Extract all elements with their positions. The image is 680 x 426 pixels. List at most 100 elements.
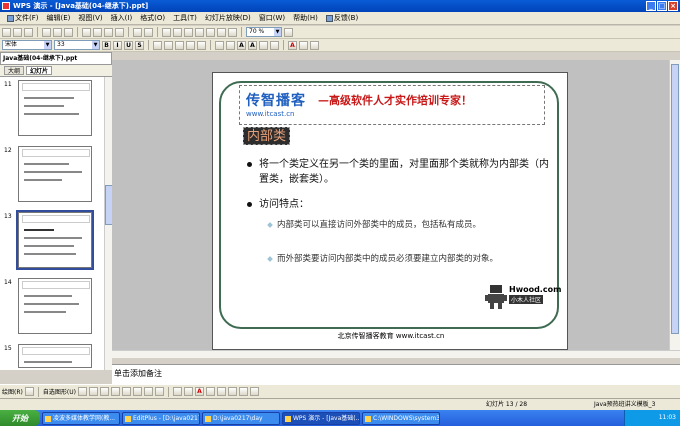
picture-icon[interactable] <box>206 27 215 37</box>
textbox-icon[interactable] <box>195 27 204 37</box>
copy-icon[interactable] <box>93 27 102 37</box>
textbox-draw-icon[interactable] <box>121 387 131 396</box>
slide-thumbnail[interactable] <box>18 146 92 202</box>
italic-icon[interactable]: I <box>113 40 122 50</box>
dash-style-icon[interactable] <box>216 387 226 396</box>
chart-icon[interactable] <box>184 27 193 37</box>
menu-edit[interactable]: 编辑(E) <box>43 13 75 23</box>
line-icon[interactable] <box>77 387 87 396</box>
increase-font-icon[interactable]: A <box>237 40 246 50</box>
line-color-icon[interactable] <box>183 387 193 396</box>
layout-icon[interactable] <box>310 40 319 50</box>
menu-slideshow[interactable]: 幻灯片放映(D) <box>201 13 255 23</box>
slide-thumbnail[interactable] <box>18 278 92 334</box>
font-select[interactable]: 宋体 ▼ <box>2 40 52 50</box>
tab-slides[interactable]: 幻灯片 <box>26 66 53 75</box>
taskbar-item-editplus[interactable]: EditPlus - [D:\java0217\... <box>122 411 200 425</box>
image-icon[interactable] <box>154 387 164 396</box>
clipart-icon[interactable] <box>143 387 153 396</box>
paste-icon[interactable] <box>104 27 113 37</box>
logo-banner[interactable]: 传智播客 www.itcast.cn —高级软件人才实作培训专家！ <box>239 85 545 125</box>
thumbnail-scrollbar[interactable] <box>104 77 113 370</box>
taskbar-item-explorer[interactable]: D:\java0217\day <box>202 411 280 425</box>
autoshape-menu[interactable]: 自选图形(U) <box>43 387 76 396</box>
help-icon[interactable] <box>284 27 293 37</box>
menu-view[interactable]: 视图(V) <box>74 13 106 23</box>
align-left-icon[interactable] <box>153 40 162 50</box>
open-icon[interactable] <box>13 27 22 37</box>
slide-heading[interactable]: 内部类 <box>243 127 291 145</box>
3d-style-icon[interactable] <box>249 387 259 396</box>
menu-file[interactable]: 文件(F) <box>3 13 43 23</box>
zoom-select[interactable]: 70 % ▼ <box>246 27 282 37</box>
justify-icon[interactable] <box>186 40 195 50</box>
taskbar-item-cmd[interactable]: C:\WINDOWS\system32... <box>362 411 440 425</box>
oval-icon[interactable] <box>110 387 120 396</box>
print-icon[interactable] <box>42 27 51 37</box>
indent-icon[interactable] <box>270 40 279 50</box>
format-painter-icon[interactable] <box>115 27 124 37</box>
taskbar-item-lingbo[interactable]: 凌波多媒体教学网(教... <box>42 411 120 425</box>
grid-icon[interactable] <box>228 27 237 37</box>
shadow-icon[interactable]: S <box>135 40 144 50</box>
fill-color-icon[interactable] <box>172 387 182 396</box>
horizontal-scrollbar[interactable] <box>112 350 680 358</box>
workspace-scrollbar[interactable] <box>669 60 680 350</box>
start-button[interactable]: 开始 <box>0 410 40 426</box>
bullet-access[interactable]: 访问特点： <box>247 197 549 212</box>
decrease-font-icon[interactable]: A <box>248 40 257 50</box>
spellcheck-icon[interactable] <box>64 27 73 37</box>
bold-icon[interactable]: B <box>102 40 111 50</box>
close-button[interactable]: × <box>668 1 678 11</box>
system-clock: 11:03 <box>624 410 680 426</box>
document-tab[interactable]: Java基础(04-继承下).ppt <box>0 52 112 65</box>
outdent-icon[interactable] <box>259 40 268 50</box>
arrow-style-icon[interactable] <box>227 387 237 396</box>
font-color-icon[interactable]: A <box>288 40 297 50</box>
distribute-icon[interactable] <box>197 40 206 50</box>
bullet-definition[interactable]: 将一个类定义在另一个类的里面，对里面那个类就称为内部类（内置类，嵌套类）。 <box>247 157 549 187</box>
document-icon <box>7 14 14 22</box>
menu-format[interactable]: 格式(O) <box>136 13 169 23</box>
new-slide-icon[interactable] <box>217 27 226 37</box>
sub-bullet-2[interactable]: 而外部类要访问内部类中的成员必须要建立内部类的对象。 <box>267 253 547 266</box>
menu-tools[interactable]: 工具(T) <box>169 13 201 23</box>
slide-thumbnail[interactable] <box>18 80 92 136</box>
cut-icon[interactable] <box>82 27 91 37</box>
taskbar-item-wps[interactable]: WPS 演示 - [Java基础(... <box>282 411 360 425</box>
menu-help[interactable]: 帮助(H) <box>289 13 322 23</box>
redo-icon[interactable] <box>144 27 153 37</box>
arrow-icon[interactable] <box>88 387 98 396</box>
table-icon[interactable] <box>173 27 182 37</box>
menu-feedback[interactable]: 反馈(B) <box>322 13 362 23</box>
align-right-icon[interactable] <box>175 40 184 50</box>
shadow-style-icon[interactable] <box>238 387 248 396</box>
notes-pane[interactable]: 单击添加备注 <box>112 364 680 384</box>
save-icon[interactable] <box>24 27 33 37</box>
new-icon[interactable] <box>2 27 11 37</box>
sub-bullet-1[interactable]: 内部类可以直接访问外部类中的成员，包括私有成员。 <box>267 219 547 232</box>
slide-thumbnail-selected[interactable] <box>16 210 94 270</box>
slide-canvas[interactable]: 传智播客 www.itcast.cn —高级软件人才实作培训专家！ 内部类 将一… <box>212 72 568 350</box>
slide-thumbnail[interactable] <box>18 344 92 368</box>
undo-icon[interactable] <box>133 27 142 37</box>
numbering-icon[interactable] <box>215 40 224 50</box>
rectangle-icon[interactable] <box>99 387 109 396</box>
font-color-draw-icon[interactable]: A <box>194 387 204 396</box>
maximize-button[interactable]: □ <box>657 1 667 11</box>
menu-insert[interactable]: 插入(I) <box>107 13 137 23</box>
font-size-select[interactable]: 33 ▼ <box>54 40 100 50</box>
hyperlink-icon[interactable] <box>162 27 171 37</box>
design-icon[interactable] <box>299 40 308 50</box>
underline-icon[interactable]: U <box>124 40 133 50</box>
line-style-icon[interactable] <box>205 387 215 396</box>
select-pointer-icon[interactable] <box>24 387 34 396</box>
wordart-icon[interactable] <box>132 387 142 396</box>
minimize-button[interactable]: _ <box>646 1 656 11</box>
preview-icon[interactable] <box>53 27 62 37</box>
bullets-icon[interactable] <box>226 40 235 50</box>
menu-window[interactable]: 窗口(W) <box>255 13 289 23</box>
draw-menu[interactable]: 绘图(R) <box>2 387 23 396</box>
align-center-icon[interactable] <box>164 40 173 50</box>
tab-outline[interactable]: 大纲 <box>4 66 25 75</box>
